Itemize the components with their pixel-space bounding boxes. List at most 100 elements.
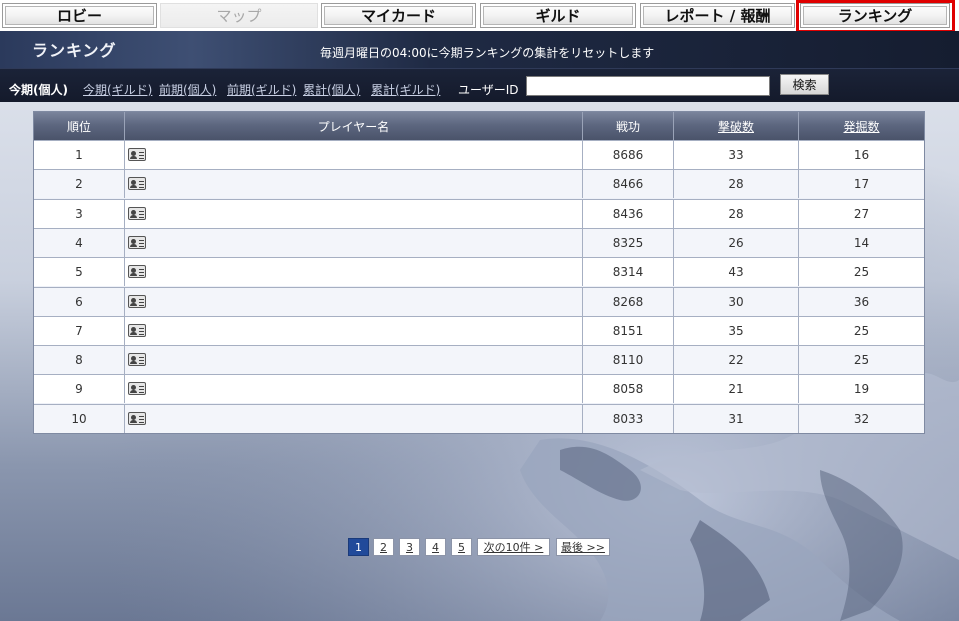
top-navigation: ロビー マップ マイカード ギルド レポート / 報酬 ランキング bbox=[0, 0, 959, 33]
cell-kills: 43 bbox=[674, 258, 799, 287]
cell-rank: 3 bbox=[34, 199, 125, 228]
cell-digs: 27 bbox=[853, 206, 870, 221]
cell-player-name bbox=[125, 141, 583, 169]
cell-rank: 10 bbox=[34, 404, 125, 433]
userid-input[interactable] bbox=[526, 76, 770, 96]
profile-card-icon[interactable] bbox=[128, 353, 146, 367]
next-10-link[interactable]: 次の10件 > bbox=[477, 538, 550, 556]
tab-map-label: マップ bbox=[216, 7, 262, 25]
column-header-rank: 順位 bbox=[34, 112, 125, 140]
filter-current-personal: 今期(個人) bbox=[9, 83, 68, 97]
cell-player-name bbox=[125, 199, 583, 228]
cell-digs: 32 bbox=[853, 411, 870, 426]
filter-link-previous-guild[interactable]: 前期(ギルド) bbox=[227, 81, 296, 98]
table-row: 8 8110 22 25 bbox=[34, 345, 924, 375]
profile-card-icon[interactable] bbox=[128, 411, 146, 425]
tab-guild[interactable]: ギルド bbox=[480, 3, 636, 28]
cell-digs: 17 bbox=[853, 177, 870, 192]
column-header-kills[interactable]: 撃破数 bbox=[674, 112, 799, 140]
cell-score: 8436 bbox=[583, 199, 674, 228]
column-header-digs[interactable]: 発掘数 bbox=[799, 112, 924, 140]
profile-card-icon[interactable] bbox=[128, 148, 146, 161]
cell-kills: 30 bbox=[674, 287, 799, 316]
cell-score: 8151 bbox=[583, 316, 674, 345]
cell-player-name bbox=[125, 258, 583, 287]
profile-card-icon[interactable] bbox=[128, 265, 146, 279]
userid-label: ユーザーID bbox=[458, 83, 519, 97]
cell-player-name bbox=[125, 346, 583, 375]
page-1-current[interactable]: 1 bbox=[348, 538, 369, 556]
tab-my-card[interactable]: マイカード bbox=[321, 3, 476, 28]
ranking-table: 順位 プレイヤー名 戦功 撃破数 発掘数 1 8686 33 16 2 8466 28 17 3… bbox=[33, 111, 925, 434]
profile-card-icon[interactable] bbox=[128, 206, 146, 220]
page-3-link[interactable]: 3 bbox=[399, 538, 420, 556]
profile-card-icon[interactable] bbox=[128, 294, 146, 308]
table-row: 7 8151 35 25 bbox=[34, 315, 924, 345]
table-row: 1 8686 33 16 bbox=[34, 140, 924, 169]
profile-card-icon[interactable] bbox=[128, 177, 146, 191]
cell-kills: 28 bbox=[674, 170, 799, 199]
page-header: ランキング 毎週月曜日の04:00に今期ランキングの集計をリセットします bbox=[0, 31, 959, 68]
cell-score: 8110 bbox=[583, 346, 674, 375]
cell-kills: 33 bbox=[674, 141, 799, 169]
cell-rank: 2 bbox=[34, 170, 125, 199]
table-row: 4 8325 26 14 bbox=[34, 227, 924, 257]
filter-link-previous-personal[interactable]: 前期(個人) bbox=[159, 81, 216, 98]
profile-card-icon[interactable] bbox=[128, 323, 146, 337]
cell-kills: 35 bbox=[674, 316, 799, 345]
last-page-link[interactable]: 最後 >> bbox=[556, 538, 610, 556]
filter-link-total-guild[interactable]: 累計(ギルド) bbox=[371, 81, 440, 98]
cell-kills: 21 bbox=[674, 375, 799, 404]
tab-my-card-label: マイカード bbox=[360, 7, 436, 25]
cell-player-name bbox=[125, 228, 583, 257]
cell-score: 8466 bbox=[583, 170, 674, 199]
table-row: 9 8058 21 19 bbox=[34, 374, 924, 404]
table-header: 順位 プレイヤー名 戦功 撃破数 発掘数 bbox=[34, 112, 924, 140]
cell-digs: 36 bbox=[853, 294, 870, 309]
page-5-link[interactable]: 5 bbox=[451, 538, 472, 556]
cell-score: 8325 bbox=[583, 228, 674, 257]
cell-player-name bbox=[125, 404, 583, 433]
tab-report-reward-label: レポート / 報酬 bbox=[664, 7, 771, 25]
tab-ranking[interactable]: ランキング bbox=[796, 0, 955, 33]
table-row: 10 8033 31 32 bbox=[34, 403, 924, 433]
tab-guild-label: ギルド bbox=[535, 7, 581, 25]
page-title: ランキング bbox=[32, 41, 117, 60]
profile-card-icon[interactable] bbox=[128, 235, 146, 249]
cell-digs: 14 bbox=[853, 235, 870, 250]
tab-map: マップ bbox=[160, 3, 318, 28]
cell-rank: 6 bbox=[34, 287, 125, 316]
cell-player-name bbox=[125, 316, 583, 345]
cell-digs: 25 bbox=[853, 323, 870, 338]
profile-card-icon[interactable] bbox=[128, 382, 146, 396]
cell-player-name bbox=[125, 287, 583, 316]
table-row: 2 8466 28 17 bbox=[34, 169, 924, 199]
cell-kills: 26 bbox=[674, 228, 799, 257]
tab-lobby[interactable]: ロビー bbox=[2, 3, 157, 28]
cell-digs: 19 bbox=[853, 382, 870, 397]
cell-rank: 4 bbox=[34, 228, 125, 257]
cell-score: 8686 bbox=[583, 141, 674, 169]
page-4-link[interactable]: 4 bbox=[425, 538, 446, 556]
tab-ranking-label: ランキング bbox=[837, 7, 913, 25]
cell-score: 8033 bbox=[583, 404, 674, 433]
cell-player-name bbox=[125, 375, 583, 404]
tab-report-reward[interactable]: レポート / 報酬 bbox=[640, 3, 795, 28]
column-header-player-name: プレイヤー名 bbox=[125, 112, 583, 140]
search-button[interactable]: 検索 bbox=[780, 74, 829, 95]
filter-link-total-personal[interactable]: 累計(個人) bbox=[303, 81, 360, 98]
table-row: 5 8314 43 25 bbox=[34, 257, 924, 287]
cell-digs: 16 bbox=[853, 148, 870, 162]
cell-rank: 9 bbox=[34, 375, 125, 404]
cell-kills: 22 bbox=[674, 346, 799, 375]
cell-rank: 8 bbox=[34, 346, 125, 375]
filter-link-current-guild[interactable]: 今期(ギルド) bbox=[83, 81, 152, 98]
cell-score: 8314 bbox=[583, 258, 674, 287]
cell-rank: 7 bbox=[34, 316, 125, 345]
column-header-score: 戦功 bbox=[583, 112, 674, 140]
page-2-link[interactable]: 2 bbox=[373, 538, 394, 556]
cell-player-name bbox=[125, 170, 583, 199]
cell-kills: 31 bbox=[674, 404, 799, 433]
cell-kills: 28 bbox=[674, 199, 799, 228]
tab-lobby-label: ロビー bbox=[56, 7, 102, 25]
